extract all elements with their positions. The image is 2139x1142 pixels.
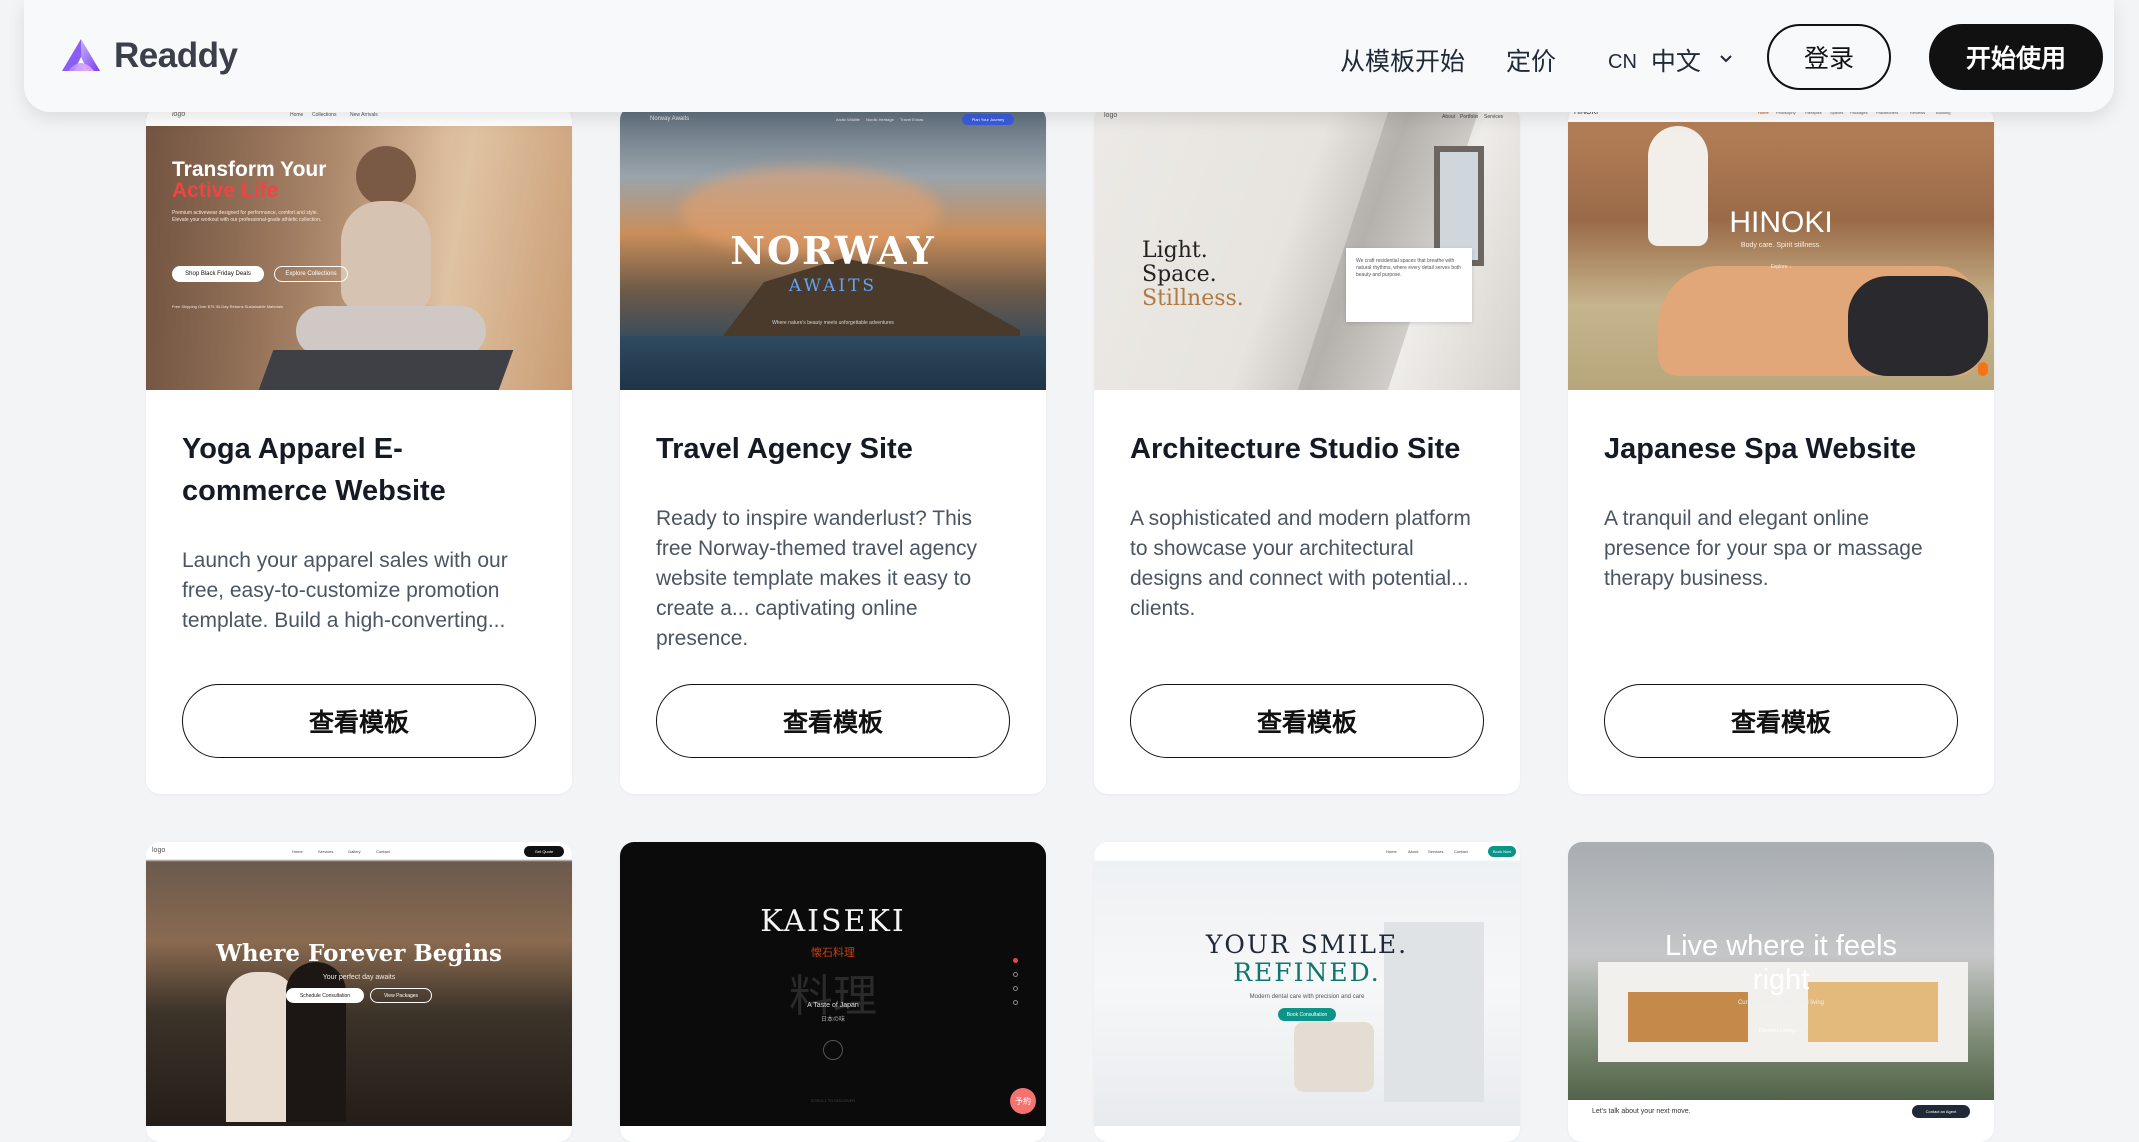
template-card-kaiseki: KAISEKI 懐石料理 料理 A Taste of Japan 日本の味 SC…: [620, 842, 1046, 1142]
card-description: Launch your apparel sales with our free,…: [182, 549, 508, 632]
brand-logo[interactable]: Readdy: [60, 36, 238, 76]
thumb-nav-item: Services: [1428, 849, 1444, 854]
template-thumbnail-architecture[interactable]: logo About Portfolio Services Light. Spa…: [1094, 106, 1520, 390]
template-thumbnail-dental[interactable]: Home About Services Contact Book Now YOU…: [1094, 842, 1520, 1126]
template-card-travel: Norway Awaits Arctic Wildlife Nordic Her…: [620, 106, 1046, 794]
template-thumbnail-travel[interactable]: Norway Awaits Arctic Wildlife Nordic Her…: [620, 106, 1046, 390]
thumb-headline: right: [1752, 964, 1810, 996]
thumb-logo: logo: [1104, 112, 1118, 119]
template-thumbnail-wedding[interactable]: logo Home Services Gallery Contact Get Q…: [146, 842, 572, 1126]
thumb-nav-item: Arctic Wildlife: [836, 117, 861, 122]
thumb-nav-item: Gallery: [348, 849, 361, 854]
thumb-nav-item: Home: [292, 849, 303, 854]
thumb-nav-item: Services: [318, 849, 334, 854]
template-thumbnail-spa[interactable]: HINOKI Home Philosophy Therapies Spaces …: [1568, 106, 1994, 390]
thumb-cta: Explore ↓: [1770, 264, 1792, 270]
thumb-nav-item: Contact: [1454, 849, 1468, 854]
thumb-subtitle: Your perfect day awaits: [322, 974, 396, 981]
thumb-tagline: A Taste of Japan: [807, 1002, 859, 1009]
thumb-nav-item: New Arrivals: [350, 112, 378, 118]
view-template-button[interactable]: 查看模板: [1130, 684, 1484, 758]
thumb-secondary-button: View Packages: [370, 988, 432, 1003]
template-thumbnail-yoga[interactable]: logo Home Collections New Arrivals Trans…: [146, 106, 572, 390]
thumb-brand: Norway Awaits: [650, 116, 690, 122]
nav-link-pricing[interactable]: 定价: [1506, 42, 1556, 78]
card-title: Travel Agency Site: [656, 433, 913, 465]
card-title: Japanese Spa Website: [1604, 433, 1917, 465]
thumb-headline-accent: Stillness.: [1142, 286, 1244, 311]
thumb-headline: Live where it feels: [1664, 930, 1898, 962]
template-card-dental: Home About Services Contact Book Now YOU…: [1094, 842, 1520, 1142]
template-card-realestate: Live where it feels right Curated homes,…: [1568, 842, 1994, 1142]
card-title: Yoga Apparel E-commerce Website: [182, 433, 446, 507]
template-thumbnail-kaiseki[interactable]: KAISEKI 懐石料理 料理 A Taste of Japan 日本の味 SC…: [620, 842, 1046, 1126]
readdy-logo-icon: [62, 39, 100, 71]
view-template-button[interactable]: 查看模板: [182, 684, 536, 758]
template-card-architecture: logo About Portfolio Services Light. Spa…: [1094, 106, 1520, 794]
thumb-headline-accent: Active Life: [172, 179, 279, 202]
thumb-headline-line: Space.: [1142, 262, 1217, 287]
thumb-headline-accent: AWAITS: [788, 276, 878, 296]
thumb-headline: KAISEKI: [760, 904, 906, 939]
view-template-button[interactable]: 查看模板: [656, 684, 1010, 758]
top-navbar: Readdy 从模板开始 定价 CN 中文 登录 开始使用: [24, 0, 2114, 112]
get-started-button[interactable]: 开始使用: [1929, 24, 2103, 90]
template-card-wedding: logo Home Services Gallery Contact Get Q…: [146, 842, 572, 1142]
thumb-headline-accent: REFINED.: [1233, 958, 1381, 987]
thumb-cta: Plan Your Journey: [962, 114, 1014, 125]
login-button[interactable]: 登录: [1767, 24, 1891, 90]
thumb-subtitle: Where nature's beauty meets unforgettabl…: [772, 320, 894, 326]
thumb-headline: HINOKI: [1729, 206, 1833, 239]
thumb-nav-item: Travel Extras: [900, 117, 924, 122]
thumb-nav-item: Contact: [376, 849, 390, 854]
brand-name: Readdy: [114, 36, 238, 75]
thumb-logo: logo: [152, 847, 166, 854]
thumb-subtitle: Curated homes, thoughtful living: [1737, 1000, 1825, 1006]
nav-link-templates[interactable]: 从模板开始: [1340, 42, 1465, 78]
template-card-yoga: logo Home Collections New Arrivals Trans…: [146, 106, 572, 794]
thumb-tagline-jp: 日本の味: [820, 1017, 845, 1023]
thumb-primary-button: Schedule Consultation: [286, 988, 364, 1003]
thumb-primary-button: Book Consultation: [1278, 1008, 1336, 1021]
thumb-subtitle-jp: 懐石料理: [811, 947, 855, 959]
thumb-nav-item: Home: [290, 112, 304, 118]
thumb-footer: Let's talk about your next move.: [1592, 1108, 1691, 1115]
thumb-headline: Where Forever Begins: [216, 940, 502, 967]
language-label: 中文: [1650, 48, 1701, 76]
card-description: A sophisticated and modern platform to s…: [1130, 507, 1471, 620]
card-description: A tranquil and elegant online presence f…: [1604, 507, 1923, 590]
thumb-nav-item: Nordic Heritage: [866, 117, 894, 122]
thumb-note: We craft residential spaces that breathe…: [1356, 258, 1462, 278]
template-thumbnail-realestate[interactable]: Live where it feels right Curated homes,…: [1568, 842, 1994, 1126]
language-selector[interactable]: CN 中文: [1608, 42, 1733, 78]
thumb-headline: NORWAY: [730, 228, 936, 273]
language-code: CN: [1608, 50, 1637, 73]
thumb-headline: YOUR SMILE.: [1205, 930, 1409, 959]
chevron-down-icon: [1719, 51, 1733, 69]
thumb-logo: logo: [172, 111, 186, 118]
thumb-subtitle: Modern dental care with precision and ca…: [1249, 994, 1365, 1000]
thumb-primary-button: Shop Black Friday Deals: [172, 266, 264, 282]
thumb-nav-item: Collections: [312, 112, 337, 118]
thumb-subtitle: Body care. Spirit stillness.: [1740, 242, 1822, 249]
thumb-footer: SCROLL TO DISCOVER: [810, 1098, 856, 1103]
thumb-body: Premium activewear designed for performa…: [172, 210, 322, 223]
thumb-footer-button: Contact an Agent: [1912, 1105, 1970, 1118]
thumb-nav-item: About: [1442, 114, 1456, 120]
thumb-footnote: Free Shipping Over $75 30-Day Returns Su…: [172, 304, 283, 309]
thumb-secondary-button: Explore Collections: [274, 266, 348, 282]
thumb-cta: Book Now: [1488, 846, 1516, 857]
thumb-reserve-badge: 予約: [1010, 1088, 1036, 1114]
thumb-cta: Discover Listings →: [1758, 1028, 1804, 1034]
template-card-spa: HINOKI Home Philosophy Therapies Spaces …: [1568, 106, 1994, 794]
card-description: Ready to inspire wanderlust? This free N…: [656, 507, 977, 650]
card-title: Architecture Studio Site: [1130, 433, 1461, 465]
thumb-headline-line: Light.: [1142, 238, 1208, 263]
view-template-button[interactable]: 查看模板: [1604, 684, 1958, 758]
thumb-nav-item: About: [1408, 849, 1419, 854]
thumb-nav-item: Portfolio: [1460, 114, 1479, 120]
thumb-cta: Get Quote: [524, 846, 564, 857]
thumb-nav-item: Home: [1386, 849, 1397, 854]
thumb-nav-item: Services: [1484, 114, 1504, 120]
